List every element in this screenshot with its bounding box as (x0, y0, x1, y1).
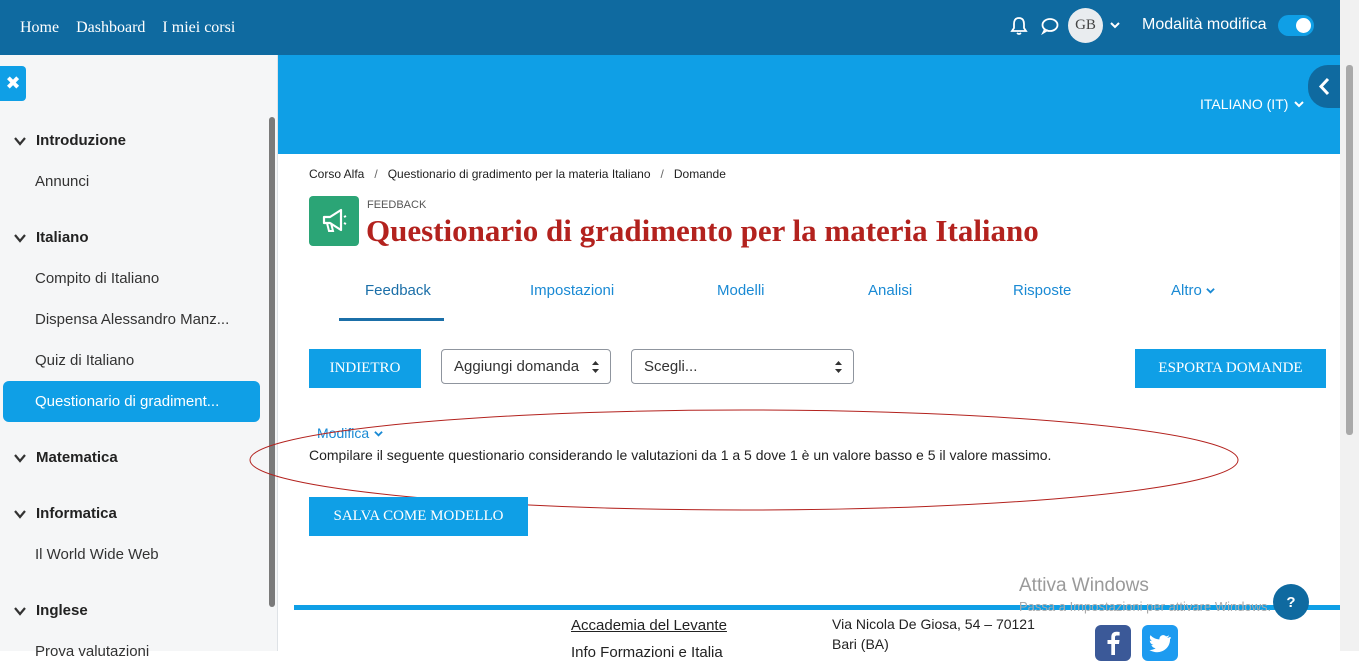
breadcrumb-separator: / (374, 167, 378, 181)
windows-activation-subtitle: Passa a Impostazioni per attivare Window… (1019, 599, 1272, 614)
close-icon: ✖ (5, 73, 21, 93)
close-sidebar-button[interactable]: ✖ (0, 66, 26, 101)
language-label: ITALIANO (IT) (1200, 96, 1289, 112)
nav-my-courses[interactable]: I miei corsi (162, 19, 235, 37)
save-as-template-button[interactable]: SALVA COME MODELLO (309, 497, 528, 536)
add-question-select[interactable]: Aggiungi domanda (441, 349, 611, 384)
edit-mode-toggle[interactable] (1278, 15, 1314, 36)
chevron-down-icon (1294, 101, 1305, 108)
section-label: Introduzione (36, 132, 126, 149)
section-informatica[interactable]: Informatica (14, 505, 117, 522)
help-button[interactable]: ? (1273, 584, 1309, 620)
section-italiano[interactable]: Italiano (14, 229, 89, 246)
breadcrumb-activity[interactable]: Questionario di gradimento per la materi… (388, 167, 651, 181)
chevron-down-icon (14, 233, 26, 243)
chevron-down-icon (14, 136, 26, 146)
add-question-value: Aggiungi domanda (454, 358, 580, 375)
section-label: Matematica (36, 449, 118, 466)
tab-risposte[interactable]: Risposte (1013, 282, 1071, 299)
course-index-sidebar: ✖ Introduzione Annunci Italiano Compito … (0, 55, 278, 660)
chevron-down-icon (14, 453, 26, 463)
sidebar-item-annunci[interactable]: Annunci (35, 173, 89, 190)
chevron-down-icon (14, 509, 26, 519)
window-scrollbar[interactable] (1340, 55, 1359, 651)
user-avatar[interactable]: GB (1068, 8, 1103, 43)
tab-feedback[interactable]: Feedback (365, 282, 431, 299)
sidebar-item-questionario-active[interactable]: Questionario di gradiment... (3, 381, 260, 422)
tab-analisi[interactable]: Analisi (868, 282, 912, 299)
sidebar-scrollbar[interactable] (269, 117, 275, 607)
tab-impostazioni[interactable]: Impostazioni (530, 282, 614, 299)
page-title: Questionario di gradimento per la materi… (366, 213, 1039, 248)
active-tab-indicator (339, 318, 444, 321)
section-introduzione[interactable]: Introduzione (14, 132, 126, 149)
breadcrumb-separator: / (660, 167, 664, 181)
breadcrumb-course[interactable]: Corso Alfa (309, 167, 364, 181)
breadcrumb: Corso Alfa / Questionario di gradimento … (309, 167, 726, 181)
address-line-2: Bari (BA) (832, 636, 889, 652)
choose-value: Scegli... (644, 358, 698, 375)
facebook-icon[interactable] (1095, 625, 1131, 661)
sidebar-item-www[interactable]: Il World Wide Web (35, 546, 159, 563)
top-navbar: Home Dashboard I miei corsi GB Modalità … (0, 0, 1359, 55)
tab-modelli[interactable]: Modelli (717, 282, 765, 299)
tab-altro[interactable]: Altro (1171, 282, 1215, 299)
chevron-left-icon (1318, 77, 1330, 96)
section-matematica[interactable]: Matematica (14, 449, 118, 466)
export-questions-button[interactable]: ESPORTA DOMANDE (1135, 349, 1326, 388)
twitter-icon[interactable] (1142, 625, 1178, 661)
primary-nav: Home Dashboard I miei corsi (20, 0, 235, 55)
sidebar-item-compito[interactable]: Compito di Italiano (35, 270, 159, 287)
messages-chat-icon[interactable] (1041, 17, 1059, 35)
footer-org-sub: Info Formazioni e Italia (571, 644, 723, 661)
open-drawer-button[interactable] (1308, 65, 1341, 108)
chevron-down-icon (14, 606, 26, 616)
back-button[interactable]: INDIETRO (309, 349, 421, 388)
select-arrows-icon (592, 361, 599, 373)
section-label: Inglese (36, 602, 88, 619)
breadcrumb-current[interactable]: Domande (674, 167, 726, 181)
user-menu-chevron-down-icon[interactable] (1109, 19, 1121, 31)
module-type-label: FEEDBACK (367, 199, 427, 211)
section-label: Informatica (36, 505, 117, 522)
window-scrollbar-top (1340, 0, 1359, 55)
scrollbar-thumb[interactable] (1346, 65, 1353, 435)
section-label: Italiano (36, 229, 89, 246)
tab-altro-label: Altro (1171, 282, 1202, 299)
chevron-down-icon (1206, 288, 1215, 294)
nav-dashboard[interactable]: Dashboard (76, 19, 145, 37)
language-menu[interactable]: ITALIANO (IT) (1200, 96, 1305, 112)
footer-address: Via Nicola De Giosa, 54 – 70121 Bari (BA… (832, 614, 1035, 654)
feedback-megaphone-icon (309, 196, 359, 246)
sidebar-item-prova[interactable]: Prova valutazioni (35, 643, 149, 660)
section-inglese[interactable]: Inglese (14, 602, 88, 619)
sidebar-item-dispensa[interactable]: Dispensa Alessandro Manz... (35, 311, 229, 328)
windows-activation-title: Attiva Windows (1019, 575, 1149, 596)
template-choose-select[interactable]: Scegli... (631, 349, 854, 384)
toggle-knob (1296, 18, 1311, 33)
nav-home[interactable]: Home (20, 19, 59, 37)
notifications-bell-icon[interactable] (1010, 16, 1028, 36)
sidebar-item-quiz[interactable]: Quiz di Italiano (35, 352, 134, 369)
footer-org-link[interactable]: Accademia del Levante (571, 617, 727, 634)
page-header-band (278, 55, 1341, 154)
edit-mode-label: Modalità modifica (1142, 16, 1267, 33)
address-line-1: Via Nicola De Giosa, 54 – 70121 (832, 616, 1035, 632)
select-arrows-icon (835, 361, 842, 373)
